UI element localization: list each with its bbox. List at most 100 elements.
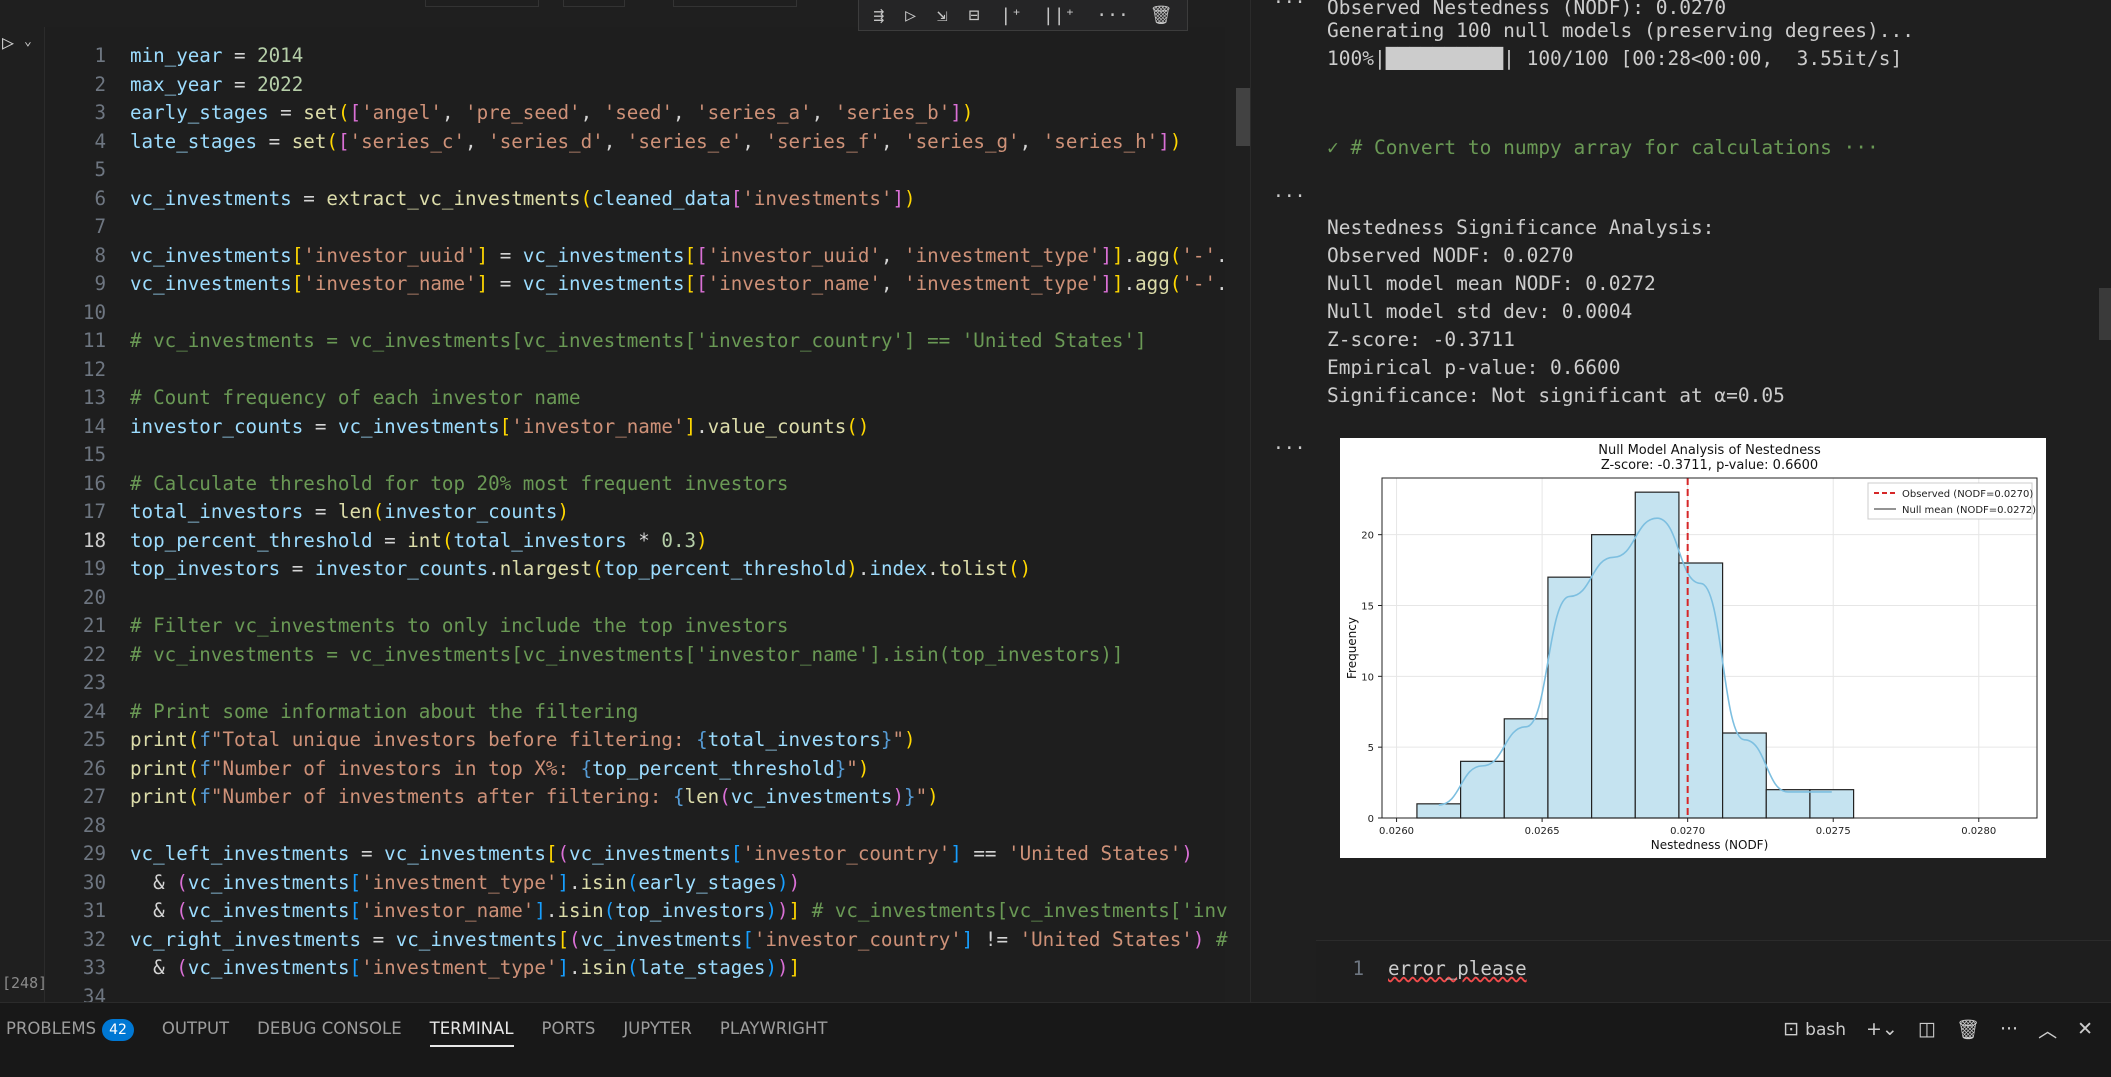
- code-line[interactable]: 24 # Print some information about the fil…: [44, 698, 1228, 727]
- code-token: late_stages: [130, 129, 258, 153]
- notebook-code-cell[interactable]: ▷ ⌄ [248] 1 min_year = 2014 2 max_year = 20…: [0, 0, 1250, 1002]
- code-token: ]: [950, 842, 962, 865]
- code-line[interactable]: 6 vc_investments = extract_vc_investments…: [44, 185, 1228, 214]
- delete-icon[interactable]: 🗑: [1150, 5, 1173, 26]
- code-token: .: [857, 557, 870, 580]
- code-token: (): [1008, 557, 1032, 580]
- markdown-input-cell[interactable]: 1 error_please: [1316, 940, 2111, 1002]
- close-panel-icon[interactable]: ✕: [2077, 1018, 2093, 1040]
- split-cell-icon[interactable]: ⊟: [969, 5, 980, 26]
- terminal-icon: ⊡: [1783, 1018, 1800, 1040]
- code-line[interactable]: 16 # Calculate threshold for top 20% most…: [44, 470, 1228, 499]
- add-markdown-icon[interactable]: |⁺: [1000, 5, 1022, 26]
- terminal-shell[interactable]: ⊡ bash: [1783, 1018, 1846, 1040]
- code-token: (: [187, 728, 200, 751]
- execute-above-icon[interactable]: ▷: [905, 5, 916, 26]
- code-line[interactable]: 32 vc_right_investments = vc_investments[…: [44, 926, 1228, 955]
- code-line[interactable]: 33 & (vc_investments['investment_type'].…: [44, 954, 1228, 983]
- code-lines[interactable]: 1 min_year = 2014 2 max_year = 2022 3 early_s…: [44, 42, 1228, 1002]
- code-line[interactable]: 30 & (vc_investments['investment_type'].…: [44, 869, 1228, 898]
- output-scrollbar[interactable]: [2099, 288, 2111, 340]
- more-icon[interactable]: ···: [1096, 5, 1129, 26]
- code-line[interactable]: 27 print(f"Number of investments after fi…: [44, 783, 1228, 812]
- code-line[interactable]: 28: [44, 812, 1228, 841]
- code-line[interactable]: 21 # Filter vc_investments to only includ…: [44, 612, 1228, 641]
- code-token: ": [846, 756, 858, 780]
- new-terminal-icon[interactable]: +⌄: [1866, 1018, 1898, 1040]
- collapsed-cell[interactable]: ✓ # Convert to numpy array for calculati…: [1327, 136, 1879, 159]
- histogram-bar: [1678, 562, 1724, 819]
- code-line[interactable]: 1 min_year = 2014: [44, 42, 1228, 71]
- panel-tabs: PROBLEMS 42 OUTPUT DEBUG CONSOLE TERMINAL…: [0, 1003, 849, 1055]
- code-line[interactable]: 7: [44, 213, 1228, 242]
- code-token: (: [176, 870, 188, 894]
- tab-playwright[interactable]: PLAYWRIGHT: [720, 1003, 828, 1055]
- kill-terminal-icon[interactable]: 🗑: [1956, 1018, 1980, 1041]
- output-menu-icon[interactable]: ···: [1273, 0, 1306, 13]
- code-line[interactable]: 8 vc_investments['investor_uuid'] = vc_in…: [44, 242, 1227, 271]
- tab-ports[interactable]: PORTS: [542, 1003, 596, 1055]
- cell-text[interactable]: error_please: [1388, 957, 1527, 980]
- code-token: [: [349, 101, 362, 124]
- chevron-down-icon[interactable]: ⌄: [24, 34, 32, 49]
- code-line[interactable]: 13 # Count frequency of each investor nam…: [44, 384, 1228, 413]
- tab-label: PROBLEMS: [6, 1019, 97, 1038]
- y-tick-label: 20: [1361, 531, 1374, 542]
- code-line[interactable]: 9 vc_investments['investor_name'] = vc_in…: [44, 270, 1227, 299]
- code-line[interactable]: 31 & (vc_investments['investor_name'].is…: [44, 897, 1228, 926]
- output-menu-icon[interactable]: ···: [1273, 186, 1306, 207]
- code-line[interactable]: 18 top_percent_threshold = int(total_inve…: [44, 527, 1228, 556]
- execute-below-icon[interactable]: ⇲: [937, 5, 948, 26]
- tab-output[interactable]: OUTPUT: [162, 1003, 229, 1055]
- code-token: 'investor_uuid': [707, 243, 881, 267]
- code-line[interactable]: 26 print(f"Number of investors in top X%:…: [44, 755, 1228, 784]
- run-by-line-icon[interactable]: ⇶: [873, 5, 884, 26]
- tab-problems[interactable]: PROBLEMS 42: [6, 1003, 134, 1055]
- code-line[interactable]: 23: [44, 669, 1228, 698]
- code-line[interactable]: 14 investor_counts = vc_investments['inve…: [44, 413, 1228, 442]
- code-line[interactable]: 4 late_stages = set(['series_c', 'series_…: [44, 128, 1228, 157]
- code-line[interactable]: 17 total_investors = len(investor_counts): [44, 498, 1228, 527]
- code-line[interactable]: 11 # vc_investments = vc_investments[vc_i…: [44, 327, 1228, 356]
- tab-jupyter[interactable]: JUPYTER: [623, 1003, 692, 1055]
- line-number: 21: [82, 614, 106, 637]
- code-line[interactable]: 22 # vc_investments = vc_investments[vc_i…: [44, 641, 1228, 670]
- code-line[interactable]: 25 print(f"Total unique investors before …: [44, 726, 1228, 755]
- code-line[interactable]: 10: [44, 299, 1228, 328]
- code-token: nlargest: [499, 557, 593, 580]
- add-code-icon[interactable]: ||⁺: [1043, 5, 1076, 26]
- code-token: 'investment_type': [361, 870, 558, 894]
- code-line[interactable]: 34: [44, 983, 1228, 1003]
- line-number: 1: [94, 44, 106, 67]
- code-line[interactable]: 12: [44, 356, 1228, 385]
- line-number: 28: [82, 813, 106, 837]
- tab-terminal[interactable]: TERMINAL: [429, 1003, 514, 1055]
- code-token: ,: [880, 243, 905, 267]
- code-token: f: [199, 756, 211, 780]
- code-line[interactable]: 2 max_year = 2022: [44, 71, 1228, 100]
- code-token: ]: [684, 414, 697, 438]
- tab-debug-console[interactable]: DEBUG CONSOLE: [257, 1003, 402, 1055]
- code-line[interactable]: 15: [44, 441, 1228, 470]
- run-cell-button[interactable]: ▷ ⌄: [0, 28, 44, 58]
- code-line[interactable]: 29 vc_left_investments = vc_investments[(…: [44, 840, 1228, 869]
- code-line[interactable]: 20: [44, 584, 1228, 613]
- code-token: agg: [1135, 243, 1170, 267]
- code-token: ): [557, 500, 569, 523]
- code-line[interactable]: 3 early_stages = set(['angel', 'pre_seed'…: [44, 99, 1228, 128]
- code-token: ): [696, 528, 708, 552]
- code-token: agg: [1135, 272, 1170, 295]
- maximize-panel-icon[interactable]: ︿: [2038, 1016, 2057, 1043]
- code-token: vc_investments: [395, 927, 558, 951]
- line-number: 5: [94, 158, 106, 181]
- more-icon[interactable]: ···: [2000, 1018, 2018, 1040]
- editor-scrollbar[interactable]: [1236, 88, 1250, 146]
- code-line[interactable]: 5: [44, 156, 1228, 185]
- line-number: 34: [82, 984, 106, 1003]
- code-line[interactable]: 19 top_investors = investor_counts.nlarge…: [44, 555, 1228, 584]
- split-terminal-icon[interactable]: ◫: [1918, 1018, 1936, 1040]
- code-token: 0.3: [661, 528, 697, 552]
- code-token: =: [488, 272, 523, 295]
- code-token: {: [696, 728, 708, 751]
- output-menu-icon[interactable]: ···: [1273, 438, 1306, 459]
